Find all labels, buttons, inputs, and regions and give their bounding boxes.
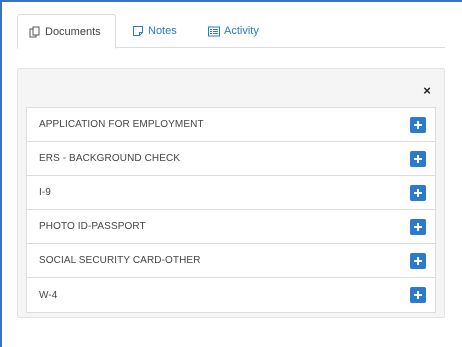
- document-label: PHOTO ID-PASSPORT: [39, 221, 146, 232]
- tab-activity-label: Activity: [224, 25, 259, 37]
- document-label: ERS - BACKGROUND CHECK: [39, 153, 181, 164]
- add-document-button[interactable]: [410, 185, 426, 201]
- copy-icon: [29, 26, 41, 38]
- tab-activity[interactable]: Activity: [197, 14, 270, 48]
- note-icon: [132, 25, 144, 37]
- tab-notes-label: Notes: [148, 25, 177, 37]
- plus-icon: [414, 291, 422, 299]
- list-item: W-4: [27, 278, 435, 312]
- list-icon: [208, 26, 220, 37]
- document-label: APPLICATION FOR EMPLOYMENT: [39, 119, 204, 130]
- list-item: I-9: [27, 176, 435, 210]
- list-item: SOCIAL SECURITY CARD-OTHER: [27, 244, 435, 278]
- add-document-button[interactable]: [410, 117, 426, 133]
- list-item: ERS - BACKGROUND CHECK: [27, 142, 435, 176]
- plus-icon: [414, 189, 422, 197]
- documents-panel: × APPLICATION FOR EMPLOYMENT ERS - BACKG…: [17, 68, 445, 318]
- list-item: PHOTO ID-PASSPORT: [27, 210, 435, 244]
- plus-icon: [414, 257, 422, 265]
- add-document-button[interactable]: [410, 151, 426, 167]
- add-document-button[interactable]: [410, 287, 426, 303]
- document-list: APPLICATION FOR EMPLOYMENT ERS - BACKGRO…: [26, 107, 436, 313]
- document-label: I-9: [39, 187, 51, 198]
- plus-icon: [414, 223, 422, 231]
- tab-notes[interactable]: Notes: [121, 14, 188, 48]
- tab-bar: Documents Notes Activity: [17, 14, 445, 49]
- tab-documents[interactable]: Documents: [17, 14, 116, 49]
- document-label: W-4: [39, 289, 58, 301]
- list-item: APPLICATION FOR EMPLOYMENT: [27, 108, 435, 142]
- plus-icon: [414, 121, 422, 129]
- plus-icon: [414, 155, 422, 163]
- document-label: SOCIAL SECURITY CARD-OTHER: [39, 255, 201, 266]
- tab-documents-label: Documents: [45, 25, 101, 38]
- add-document-button[interactable]: [410, 253, 426, 269]
- close-icon[interactable]: ×: [422, 84, 432, 97]
- add-document-button[interactable]: [410, 219, 426, 235]
